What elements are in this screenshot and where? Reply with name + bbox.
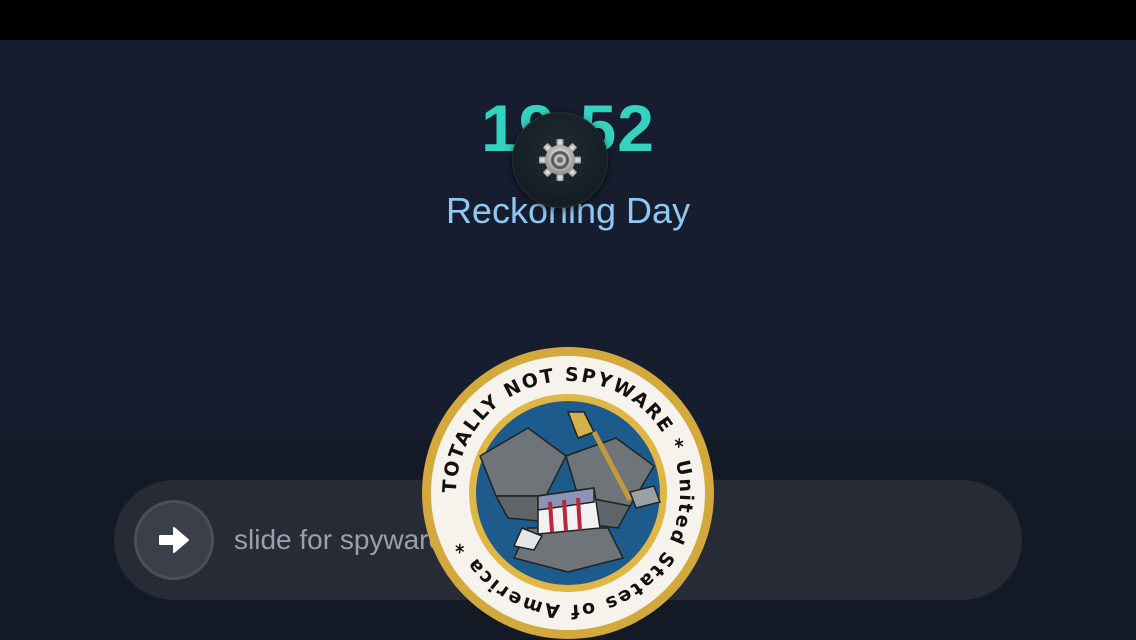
slider-knob[interactable]: [134, 500, 214, 580]
status-bar: [0, 0, 1136, 40]
eagle-seal-icon: TOTALLY NOT SPYWARE * United States of A…: [422, 347, 714, 639]
arrow-right-icon: [159, 527, 189, 553]
gear-icon: [539, 139, 581, 181]
settings-button[interactable]: [512, 112, 608, 208]
